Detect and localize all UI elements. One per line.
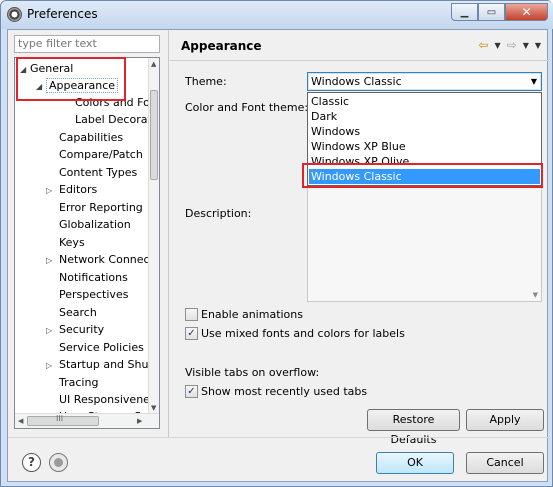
theme-label: Theme: — [185, 75, 227, 88]
tree-item-ui-responsiveness[interactable]: UI Responsiveness — [59, 391, 160, 408]
tree-item-search[interactable]: Search — [59, 304, 97, 321]
tree-item-label: Perspectives — [59, 288, 129, 301]
enable-animations-label[interactable]: Enable animations — [201, 308, 303, 321]
tree-item-keys[interactable]: Keys — [59, 234, 85, 251]
ok-button[interactable]: OK — [376, 452, 454, 474]
close-button[interactable]: ✕ — [505, 3, 548, 21]
tree-item-label: Service Policies — [59, 341, 144, 354]
minimize-button[interactable]: ▁ — [451, 3, 478, 21]
tree-item-label: Security — [59, 323, 105, 336]
tree-item-network-connections[interactable]: ▷ Network Connectio — [46, 251, 160, 269]
tree-item-label: UI Responsiveness — [59, 393, 160, 406]
restore-defaults-button[interactable]: Restore Defaults — [367, 409, 460, 446]
scroll-grip: III — [56, 414, 64, 423]
tree-item-service-policies[interactable]: Service Policies — [59, 339, 144, 356]
tree-vertical-scrollbar[interactable]: ▲ ▼ — [148, 58, 159, 414]
tree-item-perspectives[interactable]: Perspectives — [59, 286, 128, 303]
show-recent-tabs-label[interactable]: Show most recently used tabs — [201, 385, 367, 398]
record-macro-icon[interactable] — [49, 453, 68, 472]
tree-item-label: Editors — [59, 183, 98, 196]
tree-item-label: Search — [59, 306, 97, 319]
mixed-fonts-label[interactable]: Use mixed fonts and colors for labels — [201, 327, 405, 340]
tree-item-label: Compare/Patch — [59, 148, 143, 161]
tree-item-label: Tracing — [59, 376, 99, 389]
eclipse-app-icon — [7, 7, 22, 22]
tree-item-label: Keys — [59, 236, 85, 249]
help-icon[interactable]: ? — [22, 453, 41, 472]
tree-item-editors[interactable]: ▷ Editors — [46, 181, 97, 198]
title-bar[interactable]: Preferences ▁ ▭ ✕ — [1, 1, 553, 29]
highlight-box-tree — [16, 57, 126, 101]
forward-menu-icon[interactable]: ▼ — [523, 41, 529, 52]
theme-option[interactable]: Windows — [311, 124, 360, 139]
tree-item-startup-and-shutdown[interactable]: ▷ Startup and Shutd — [46, 356, 160, 374]
tree-item-label: Content Types — [59, 166, 138, 179]
tree-item-content-types[interactable]: Content Types — [59, 164, 137, 181]
tree-item-security[interactable]: ▷ Security — [46, 321, 104, 338]
filter-input[interactable]: type filter text — [14, 35, 160, 53]
tree-item-notifications[interactable]: Notifications — [59, 269, 128, 286]
page-header: Appearance ⇦ ▼ ⇨ ▼ ▼ — [170, 30, 549, 60]
theme-option[interactable]: Dark — [311, 109, 337, 124]
show-recent-tabs-checkbox[interactable]: ✓ — [185, 385, 198, 398]
dialog-client-area: type filter text ◢ General ◢ Appearance Co… — [7, 29, 549, 482]
collapse-triangle-icon[interactable]: ▷ — [46, 322, 59, 339]
scroll-right-arrow-icon[interactable]: ▶ — [137, 417, 142, 425]
collapse-triangle-icon[interactable]: ▷ — [46, 182, 59, 199]
theme-select[interactable]: Windows Classic ▼ — [307, 72, 542, 91]
enable-animations-checkbox[interactable] — [185, 308, 198, 321]
scroll-down-arrow-icon[interactable]: ▼ — [533, 291, 538, 299]
vertical-scroll-thumb[interactable] — [150, 90, 158, 180]
horizontal-scroll-thumb[interactable]: III — [27, 414, 99, 426]
window-title: Preferences — [27, 7, 98, 21]
tree-item-label: Network Connectio — [59, 253, 160, 266]
pane-divider[interactable] — [168, 30, 169, 437]
tree-item-label: Notifications — [59, 271, 128, 284]
preferences-window: Preferences ▁ ▭ ✕ type filter text ◢ Gene… — [0, 0, 553, 487]
color-font-theme-label: Color and Font theme: — [185, 101, 309, 114]
tree-item-error-reporting[interactable]: Error Reporting — [59, 199, 143, 216]
preferences-tree[interactable]: ◢ General ◢ Appearance Colors and For Labe… — [14, 57, 160, 429]
back-arrow-icon[interactable]: ⇦ — [478, 38, 488, 52]
maximize-button[interactable]: ▭ — [478, 3, 505, 21]
scroll-left-arrow-icon[interactable]: ◀ — [18, 417, 23, 425]
tree-item-tracing[interactable]: Tracing — [59, 374, 98, 391]
highlight-box-option — [302, 163, 543, 188]
tree-item-label: Capabilities — [59, 131, 124, 144]
theme-select-value: Windows Classic — [311, 75, 402, 88]
tree-item-capabilities[interactable]: Capabilities — [59, 129, 123, 146]
collapse-triangle-icon[interactable]: ▷ — [46, 252, 59, 269]
forward-arrow-icon[interactable]: ⇨ — [507, 38, 517, 52]
chevron-down-icon[interactable]: ▼ — [531, 77, 537, 86]
cancel-button[interactable]: Cancel — [466, 452, 544, 474]
scroll-down-arrow-icon[interactable]: ▼ — [151, 404, 156, 412]
tree-item-label: Globalization — [59, 218, 131, 231]
history-nav: ⇦ ▼ ⇨ ▼ ▼ — [478, 38, 541, 52]
mixed-fonts-checkbox[interactable]: ✓ — [185, 327, 198, 340]
description-label: Description: — [185, 207, 252, 220]
description-area: ▼ — [307, 186, 542, 302]
header-separator — [170, 60, 549, 61]
page-title: Appearance — [181, 39, 262, 53]
tree-item-label: Error Reporting — [59, 201, 143, 214]
button-bar-separator — [8, 437, 549, 438]
tree-horizontal-scrollbar[interactable]: ◀ III ▶ — [15, 413, 159, 428]
collapse-triangle-icon[interactable]: ▷ — [46, 357, 59, 374]
theme-option[interactable]: Classic — [311, 94, 349, 109]
tree-item-label: Startup and Shutd — [59, 358, 160, 371]
tree-item-globalization[interactable]: Globalization — [59, 216, 131, 233]
visible-tabs-label: Visible tabs on overflow: — [185, 366, 320, 379]
scroll-up-arrow-icon[interactable]: ▲ — [151, 60, 156, 68]
tree-item-compare-patch[interactable]: Compare/Patch — [59, 146, 143, 163]
window-controls: ▁ ▭ ✕ — [451, 3, 548, 21]
view-menu-icon[interactable]: ▼ — [535, 41, 541, 52]
apply-button[interactable]: Apply — [466, 409, 544, 431]
theme-option[interactable]: Windows XP Blue — [311, 139, 406, 154]
back-menu-icon[interactable]: ▼ — [494, 41, 500, 52]
